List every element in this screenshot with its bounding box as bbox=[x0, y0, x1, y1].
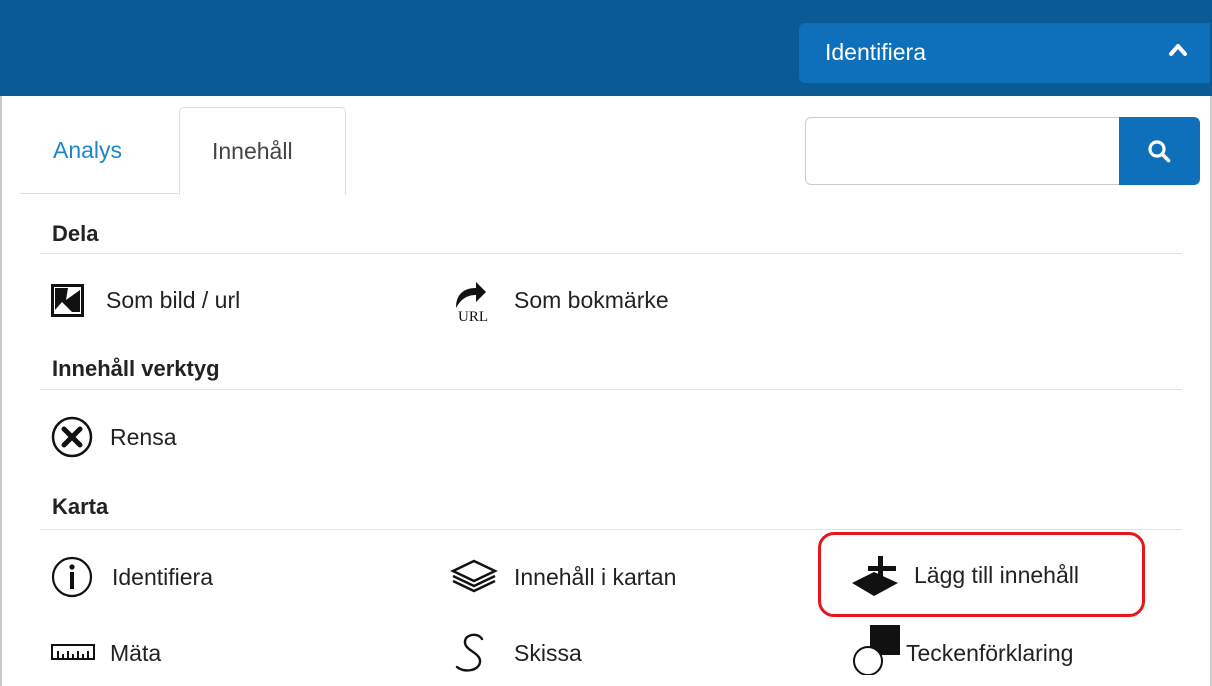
search-input[interactable] bbox=[805, 117, 1120, 185]
highlight-marker bbox=[818, 532, 1145, 617]
share-image-url-item[interactable]: Som bild / url bbox=[50, 278, 240, 322]
chevron-up-icon bbox=[1169, 44, 1187, 56]
tab-analys-label: Analys bbox=[53, 137, 123, 163]
tab-innehall-label: Innehåll bbox=[212, 138, 293, 164]
layers-icon bbox=[450, 559, 498, 593]
section-title-verktyg: Innehåll verktyg bbox=[52, 356, 220, 381]
measure-item[interactable]: Mäta bbox=[50, 631, 161, 675]
tab-innehall[interactable]: Innehåll bbox=[179, 107, 346, 195]
bookmark-url-text: URL bbox=[458, 309, 488, 322]
sketch-label: Skissa bbox=[514, 639, 582, 666]
clear-label: Rensa bbox=[110, 423, 177, 450]
search-icon bbox=[1148, 140, 1171, 163]
sketch-icon bbox=[455, 633, 484, 672]
image-url-icon bbox=[51, 284, 84, 317]
sketch-item[interactable]: Skissa bbox=[450, 631, 582, 675]
map-content-label: Innehåll i kartan bbox=[514, 563, 677, 590]
legend-item[interactable]: Teckenförklaring bbox=[850, 625, 1074, 675]
identify-label: Identifiera bbox=[112, 563, 214, 590]
identify-toggle-label: Identifiera bbox=[825, 39, 927, 65]
bookmark-url-icon: URL bbox=[456, 282, 488, 322]
search-button[interactable] bbox=[1119, 117, 1200, 185]
clear-x-icon bbox=[51, 416, 93, 458]
info-icon bbox=[51, 556, 93, 598]
legend-label: Teckenförklaring bbox=[906, 639, 1074, 666]
ruler-icon bbox=[51, 644, 95, 660]
identify-toggle-button[interactable]: Identifiera bbox=[799, 23, 1210, 83]
legend-icon bbox=[853, 625, 900, 675]
divider bbox=[40, 253, 1182, 254]
identify-item[interactable]: Identifiera bbox=[50, 555, 213, 599]
share-bookmark-item[interactable]: URL Som bokmärke bbox=[450, 278, 669, 322]
section-title-dela: Dela bbox=[52, 221, 99, 246]
clear-item[interactable]: Rensa bbox=[50, 415, 176, 459]
map-content-item[interactable]: Innehåll i kartan bbox=[450, 555, 676, 599]
share-bookmark-label: Som bokmärke bbox=[514, 286, 669, 313]
divider bbox=[40, 389, 1182, 390]
measure-label: Mäta bbox=[110, 639, 162, 666]
share-image-url-label: Som bild / url bbox=[106, 286, 241, 313]
tab-analys[interactable]: Analys bbox=[20, 108, 178, 194]
divider bbox=[40, 529, 1182, 530]
section-title-karta: Karta bbox=[52, 494, 109, 519]
top-bar: Identifiera bbox=[0, 0, 1212, 96]
